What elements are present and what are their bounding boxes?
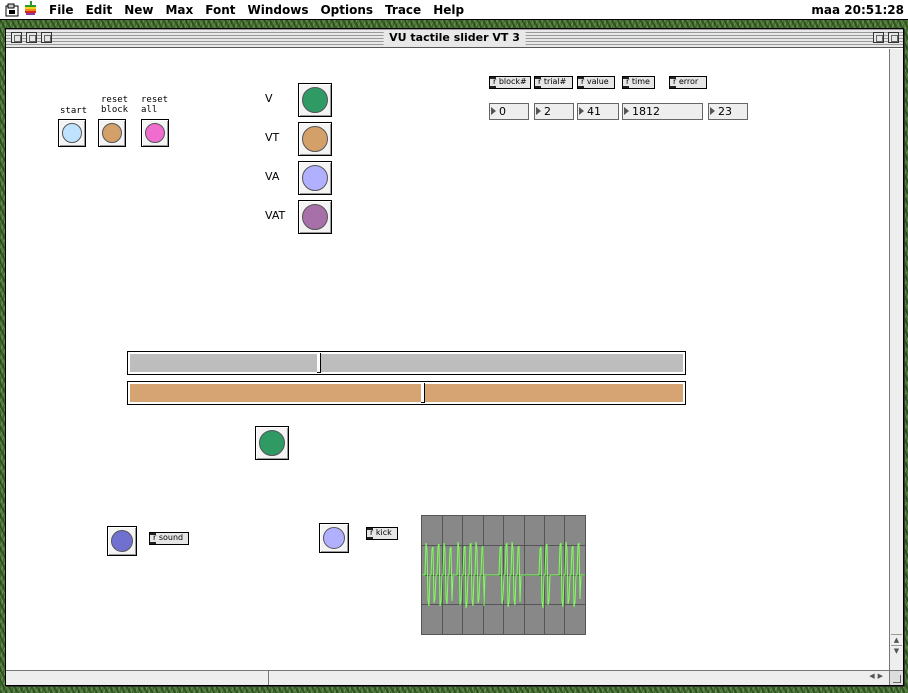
mode-va-button[interactable] (298, 161, 332, 195)
mode-label-vt: VT (265, 131, 280, 144)
vertical-scrollbar[interactable]: ▲ ▼ (889, 49, 903, 671)
reset-block-button[interactable] (98, 119, 126, 147)
start-button-dot (62, 123, 82, 143)
receive-block-object[interactable]: r block# (489, 76, 531, 89)
time-number-box[interactable]: 1812 (622, 103, 703, 120)
menu-edit[interactable]: Edit (80, 0, 119, 20)
menu-help[interactable]: Help (427, 0, 470, 20)
visual-slider[interactable] (127, 351, 686, 375)
patcher-window: VU tactile slider VT 3 start reset block… (5, 28, 904, 686)
sound-button[interactable] (107, 526, 137, 556)
block-number-box[interactable]: 0 (489, 103, 529, 120)
oscilloscope-trace-icon (422, 516, 585, 634)
receive-sound-object[interactable]: r sound (149, 532, 189, 545)
indicator-button[interactable] (255, 426, 289, 460)
reset-block-button-dot (102, 123, 122, 143)
mode-vt-button[interactable] (298, 122, 332, 156)
menu-options[interactable]: Options (314, 0, 379, 20)
receive-trial-object[interactable]: r trial# (534, 76, 573, 89)
reset-block-label: reset block (101, 95, 129, 115)
receive-kick-object[interactable]: r kick (366, 527, 398, 540)
receive-error-object[interactable]: r error (669, 76, 707, 89)
menu-font[interactable]: Font (199, 0, 241, 20)
start-button[interactable] (58, 119, 86, 147)
mode-label-vat: VAT (265, 209, 286, 222)
visual-slider-track (130, 354, 683, 372)
reset-all-label: reset all (141, 95, 169, 115)
scroll-up-arrow-icon[interactable]: ▲ (891, 634, 902, 645)
scroll-down-arrow-icon[interactable]: ▼ (891, 645, 902, 656)
reset-all-button[interactable] (141, 119, 169, 147)
visual-slider-knob[interactable] (317, 353, 321, 373)
apple-menu-icon[interactable] (24, 0, 37, 19)
menu-new[interactable]: New (118, 0, 159, 20)
mode-label-va: VA (265, 170, 280, 183)
menu-windows[interactable]: Windows (242, 0, 315, 20)
oscilloscope-display[interactable] (421, 515, 586, 635)
windowshade-box-icon[interactable] (888, 32, 899, 43)
scroll-left-right-arrows-icon[interactable]: ◀▶ (869, 672, 886, 680)
tactile-slider[interactable] (127, 381, 686, 405)
tactile-slider-knob[interactable] (421, 383, 425, 403)
menu-bar: File Edit New Max Font Windows Options T… (0, 0, 908, 20)
receive-time-object[interactable]: r time (622, 76, 655, 89)
close-box-icon[interactable] (11, 32, 22, 43)
application-menu-icon[interactable] (5, 3, 19, 17)
patcher-canvas[interactable]: start reset block reset all V VT VA VAT … (6, 49, 890, 665)
value-number-box[interactable]: 41 (577, 103, 619, 120)
mode-vt-dot (302, 126, 328, 152)
mode-va-dot (302, 165, 328, 191)
horizontal-scroll-divider (268, 671, 269, 685)
mode-vat-dot (302, 204, 328, 230)
horizontal-scrollbar[interactable]: ◀▶ (6, 670, 890, 685)
error-number-box[interactable]: 23 (708, 103, 748, 120)
kick-button-dot (323, 527, 345, 549)
trial-number-box[interactable]: 2 (534, 103, 574, 120)
menubar-clock[interactable]: maa 20:51:28 (811, 0, 904, 20)
menu-max[interactable]: Max (159, 0, 199, 20)
mode-label-v: V (265, 92, 273, 105)
tactile-slider-track (130, 384, 683, 402)
indicator-dot (259, 430, 285, 456)
collapse-box-icon[interactable] (26, 32, 37, 43)
mode-vat-button[interactable] (298, 200, 332, 234)
menu-file[interactable]: File (43, 0, 80, 20)
window-title-bar[interactable]: VU tactile slider VT 3 (6, 29, 903, 48)
mode-v-dot (302, 87, 328, 113)
start-label: start (60, 106, 88, 116)
mode-v-button[interactable] (298, 83, 332, 117)
sound-button-dot (111, 530, 133, 552)
zoom-box-icon[interactable] (873, 32, 884, 43)
resize-grip-icon[interactable] (889, 670, 903, 685)
reset-all-button-dot (145, 123, 165, 143)
receive-value-object[interactable]: r value (577, 76, 615, 89)
window-menu-icon[interactable] (41, 32, 52, 43)
menu-trace[interactable]: Trace (379, 0, 427, 20)
window-title: VU tactile slider VT 3 (383, 30, 526, 46)
kick-button[interactable] (319, 523, 349, 553)
